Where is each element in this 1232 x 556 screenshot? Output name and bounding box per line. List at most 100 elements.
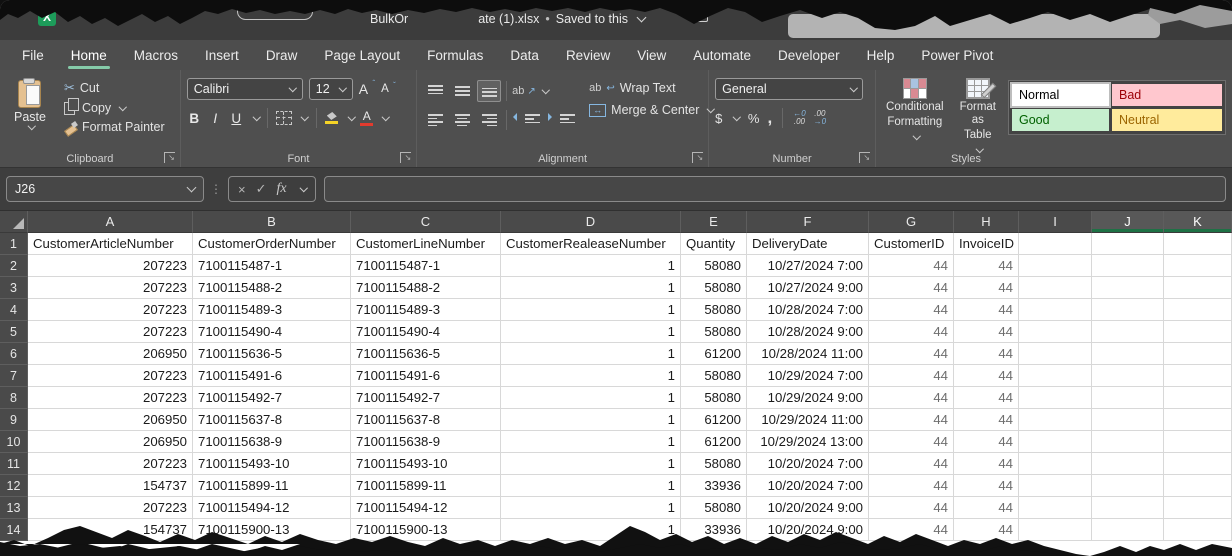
tab-page-layout[interactable]: Page Layout xyxy=(324,48,400,63)
cell-C11[interactable]: 7100115493-10 xyxy=(351,453,501,475)
cell-E2[interactable]: 58080 xyxy=(681,255,747,277)
cell-K7[interactable] xyxy=(1164,365,1232,387)
style-bad[interactable]: Bad xyxy=(1112,84,1222,106)
cell-G11[interactable]: 44 xyxy=(869,453,954,475)
cell-B3[interactable]: 7100115488-2 xyxy=(193,277,351,299)
orientation-icon[interactable]: ab xyxy=(512,85,524,97)
cell-C9[interactable]: 7100115637-8 xyxy=(351,409,501,431)
cell-E6[interactable]: 61200 xyxy=(681,343,747,365)
cell-K10[interactable] xyxy=(1164,431,1232,453)
cell-K9[interactable] xyxy=(1164,409,1232,431)
document-title[interactable]: BulkOr ate (1).xlsx • Saved to this xyxy=(370,12,645,26)
cell-B10[interactable]: 7100115638-9 xyxy=(193,431,351,453)
insert-function-icon[interactable]: fx xyxy=(277,181,287,197)
decrease-indent-button[interactable] xyxy=(512,109,544,131)
search-box[interactable] xyxy=(788,14,1160,38)
cell-H5[interactable]: 44 xyxy=(954,321,1019,343)
column-header-j[interactable]: J xyxy=(1092,211,1164,233)
cell-G7[interactable]: 44 xyxy=(869,365,954,387)
cell-F10[interactable]: 10/29/2024 13:00 xyxy=(747,431,869,453)
paste-button[interactable]: Paste xyxy=(6,78,54,149)
cell-G10[interactable]: 44 xyxy=(869,431,954,453)
cell-I1[interactable] xyxy=(1019,233,1092,255)
autosave-pill[interactable] xyxy=(237,3,313,20)
copy-button[interactable]: Copy xyxy=(64,101,165,115)
cell-G13[interactable]: 44 xyxy=(869,497,954,519)
cell-D4[interactable]: 1 xyxy=(501,299,681,321)
tab-view[interactable]: View xyxy=(637,48,666,63)
cell-E3[interactable]: 58080 xyxy=(681,277,747,299)
dialog-launcher-icon[interactable]: ↘ xyxy=(400,152,411,163)
tab-insert[interactable]: Insert xyxy=(205,48,239,63)
row-header-2[interactable]: 2 xyxy=(0,255,28,277)
row-header-9[interactable]: 9 xyxy=(0,409,28,431)
cell-E1[interactable]: Quantity xyxy=(681,233,747,255)
cell-K12[interactable] xyxy=(1164,475,1232,497)
cell-D5[interactable]: 1 xyxy=(501,321,681,343)
conditional-formatting-button[interactable]: Conditional Formatting xyxy=(882,78,948,142)
cell-J6[interactable] xyxy=(1092,343,1164,365)
cell-J5[interactable] xyxy=(1092,321,1164,343)
cell-H9[interactable]: 44 xyxy=(954,409,1019,431)
cell-H14[interactable]: 44 xyxy=(954,519,1019,541)
cell-C7[interactable]: 7100115491-6 xyxy=(351,365,501,387)
cell-C1[interactable]: CustomerLineNumber xyxy=(351,233,501,255)
merge-center-button[interactable]: ↔ Merge & Center xyxy=(589,103,714,117)
bottom-align-button[interactable] xyxy=(477,80,501,102)
cell-C6[interactable]: 7100115636-5 xyxy=(351,343,501,365)
cell-H12[interactable]: 44 xyxy=(954,475,1019,497)
cell-E14[interactable]: 33936 xyxy=(681,519,747,541)
decrease-font-size-button[interactable]: Aˇ xyxy=(381,83,396,95)
row-header-3[interactable]: 3 xyxy=(0,277,28,299)
cell-H4[interactable]: 44 xyxy=(954,299,1019,321)
dialog-launcher-icon[interactable]: ↘ xyxy=(859,152,870,163)
top-align-button[interactable] xyxy=(423,80,447,102)
row-header-7[interactable]: 7 xyxy=(0,365,28,387)
cell-G4[interactable]: 44 xyxy=(869,299,954,321)
cell-J7[interactable] xyxy=(1092,365,1164,387)
fill-color-icon[interactable] xyxy=(325,112,339,124)
font-name-select[interactable]: Calibri xyxy=(187,78,303,100)
cell-H11[interactable]: 44 xyxy=(954,453,1019,475)
column-header-f[interactable]: F xyxy=(747,211,869,233)
chevron-down-icon[interactable] xyxy=(542,86,550,94)
chevron-down-icon[interactable] xyxy=(299,184,307,192)
cell-D9[interactable]: 1 xyxy=(501,409,681,431)
cell-I4[interactable] xyxy=(1019,299,1092,321)
cell-J8[interactable] xyxy=(1092,387,1164,409)
cell-D11[interactable]: 1 xyxy=(501,453,681,475)
cell-A11[interactable]: 207223 xyxy=(28,453,193,475)
percent-button[interactable]: % xyxy=(748,111,760,126)
tab-macros[interactable]: Macros xyxy=(134,48,178,63)
row-header-6[interactable]: 6 xyxy=(0,343,28,365)
cell-D14[interactable]: 1 xyxy=(501,519,681,541)
cell-H1[interactable]: InvoiceID xyxy=(954,233,1019,255)
cell-G6[interactable]: 44 xyxy=(869,343,954,365)
row-header-8[interactable]: 8 xyxy=(0,387,28,409)
cell-B8[interactable]: 7100115492-7 xyxy=(193,387,351,409)
cell-A9[interactable]: 206950 xyxy=(28,409,193,431)
select-all-corner[interactable] xyxy=(0,211,28,233)
tab-file[interactable]: File xyxy=(22,48,44,63)
cell-D12[interactable]: 1 xyxy=(501,475,681,497)
comma-style-button[interactable]: , xyxy=(767,113,772,123)
cell-D10[interactable]: 1 xyxy=(501,431,681,453)
cell-G2[interactable]: 44 xyxy=(869,255,954,277)
cell-D7[interactable]: 1 xyxy=(501,365,681,387)
cell-J10[interactable] xyxy=(1092,431,1164,453)
cell-B9[interactable]: 7100115637-8 xyxy=(193,409,351,431)
cell-H3[interactable]: 44 xyxy=(954,277,1019,299)
cell-I8[interactable] xyxy=(1019,387,1092,409)
cell-G12[interactable]: 44 xyxy=(869,475,954,497)
cell-G14[interactable]: 44 xyxy=(869,519,954,541)
cell-J4[interactable] xyxy=(1092,299,1164,321)
cell-G8[interactable]: 44 xyxy=(869,387,954,409)
cell-E12[interactable]: 33936 xyxy=(681,475,747,497)
cell-F7[interactable]: 10/29/2024 7:00 xyxy=(747,365,869,387)
cell-F1[interactable]: DeliveryDate xyxy=(747,233,869,255)
row-header-14[interactable]: 14 xyxy=(0,519,28,541)
cell-E13[interactable]: 58080 xyxy=(681,497,747,519)
cell-C8[interactable]: 7100115492-7 xyxy=(351,387,501,409)
cell-A1[interactable]: CustomerArticleNumber xyxy=(28,233,193,255)
cell-H8[interactable]: 44 xyxy=(954,387,1019,409)
